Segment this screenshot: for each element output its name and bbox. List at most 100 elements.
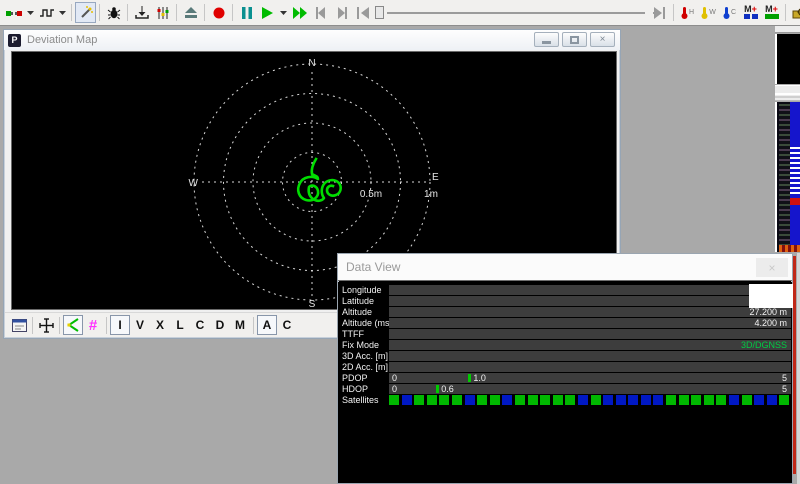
- separator: [673, 4, 674, 21]
- row-label: Altitude: [342, 307, 372, 317]
- dop-min-label: 0: [392, 373, 397, 383]
- row-value-bar: [389, 329, 791, 339]
- dop-min-label: 0: [392, 384, 397, 394]
- satellite-square: [653, 395, 663, 405]
- row-value-bar: [389, 362, 791, 372]
- satellite-square: [754, 395, 764, 405]
- satellite-square: [704, 395, 714, 405]
- play-icon[interactable]: [257, 2, 278, 23]
- magic-wand-icon[interactable]: [75, 2, 96, 23]
- record-icon[interactable]: [208, 2, 229, 23]
- mode-button-c[interactable]: C: [190, 315, 210, 335]
- mode-button-v[interactable]: V: [130, 315, 150, 335]
- minimize-icon: [542, 41, 551, 44]
- minimize-button[interactable]: [534, 32, 559, 47]
- polling-dropdown-icon[interactable]: [57, 2, 68, 23]
- maximize-button[interactable]: [562, 32, 587, 47]
- separator: [232, 4, 233, 21]
- row-value-bar: 56.: [389, 296, 791, 306]
- thermometer-cold-label: C: [731, 9, 736, 16]
- mode-button-m[interactable]: M: [230, 315, 250, 335]
- data-view-close-button[interactable]: ×: [756, 258, 788, 277]
- mdi-workspace: P Deviation Map × N S W E 0.5m 1m: [0, 26, 800, 484]
- satellite-square: [616, 395, 626, 405]
- compass-east-label: E: [432, 172, 439, 183]
- eject-icon[interactable]: [180, 2, 201, 23]
- close-icon: ×: [768, 261, 775, 275]
- message-add-green-icon[interactable]: M+: [761, 2, 782, 23]
- separator: [785, 4, 786, 21]
- data-view-titlebar[interactable]: Data View ×: [338, 254, 792, 281]
- row-value-bar: 3D/DGNSS: [389, 340, 791, 350]
- row-label: PDOP: [342, 373, 368, 383]
- download-dock-icon[interactable]: [131, 2, 152, 23]
- dop-max-label: 5: [782, 373, 787, 383]
- properties-icon[interactable]: [9, 315, 29, 335]
- pdop-value-label: 1.0: [473, 373, 486, 383]
- step-back-icon[interactable]: [310, 2, 331, 23]
- thermometer-hot-icon[interactable]: H: [677, 2, 698, 23]
- row-value-bar: 27.200 m: [389, 307, 791, 317]
- step-forward-icon[interactable]: [331, 2, 352, 23]
- row-ttff: TTFF: [338, 329, 792, 339]
- connection-dropdown-icon[interactable]: [25, 2, 36, 23]
- grid-mode-icon[interactable]: #: [83, 315, 103, 335]
- slider-track[interactable]: [387, 12, 645, 14]
- mode-button-x[interactable]: X: [150, 315, 170, 335]
- pan-move-icon[interactable]: [36, 315, 56, 335]
- row-2d-acc: 2D Acc. [m]: [338, 362, 792, 372]
- satellite-square: [565, 395, 575, 405]
- thermometer-warm-icon[interactable]: W: [698, 2, 719, 23]
- row-label: Latitude: [342, 296, 374, 306]
- satellite-square: [591, 395, 601, 405]
- slider-handle[interactable]: [375, 6, 384, 19]
- tuning-sliders-icon[interactable]: [152, 2, 173, 23]
- playback-slider[interactable]: [375, 2, 647, 23]
- hdop-value-label: 0.6: [441, 384, 454, 394]
- row-value-bar: 23.: [389, 285, 791, 295]
- play-dropdown-icon[interactable]: [278, 2, 289, 23]
- maximize-icon: [570, 36, 579, 44]
- compass-north-label: N: [308, 58, 315, 69]
- polyline-mode-icon[interactable]: [63, 315, 83, 335]
- debug-bug-icon[interactable]: [103, 2, 124, 23]
- mode-button-i[interactable]: I: [110, 315, 130, 335]
- dop-max-label: 5: [782, 384, 787, 394]
- separator: [127, 4, 128, 21]
- dop-scale-bar: 0 5 1.0: [389, 373, 791, 383]
- skip-to-start-icon[interactable]: [352, 2, 373, 23]
- satellite-square: [502, 395, 512, 405]
- pause-icon[interactable]: [236, 2, 257, 23]
- compass-south-label: S: [309, 299, 316, 309]
- satellite-square: [490, 395, 500, 405]
- row-pdop: PDOP 0 5 1.0: [338, 373, 792, 383]
- message-add-blue-icon[interactable]: M+: [740, 2, 761, 23]
- satellite-square: [767, 395, 777, 405]
- separator: [59, 317, 60, 334]
- row-hdop: HDOP 0 5 0.6: [338, 384, 792, 394]
- mode-button-c2[interactable]: C: [277, 315, 297, 335]
- mode-button-d[interactable]: D: [210, 315, 230, 335]
- separator: [71, 4, 72, 21]
- fast-forward-icon[interactable]: [289, 2, 310, 23]
- thermometer-cold-icon[interactable]: C: [719, 2, 740, 23]
- partial-messages-window: [775, 102, 800, 252]
- scale-label-1m: 1m: [424, 189, 438, 200]
- row-value-bar: [389, 351, 791, 361]
- polling-wave-icon[interactable]: [36, 2, 57, 23]
- connection-icon[interactable]: [4, 2, 25, 23]
- mode-button-l[interactable]: L: [170, 315, 190, 335]
- satellite-square: [779, 395, 789, 405]
- deviation-map-titlebar[interactable]: P Deviation Map ×: [4, 30, 620, 50]
- satellite-square: [439, 395, 449, 405]
- hdop-marker: [436, 385, 439, 393]
- satellite-square: [465, 395, 475, 405]
- row-label: 3D Acc. [m]: [342, 351, 388, 361]
- skip-to-end-icon[interactable]: [649, 2, 670, 23]
- gear-package-icon[interactable]: [789, 2, 800, 23]
- satellite-square: [628, 395, 638, 405]
- row-value: 27.200 m: [749, 307, 787, 317]
- mode-button-a[interactable]: A: [257, 315, 277, 335]
- dop-scale-bar: 0 5 0.6: [389, 384, 791, 394]
- close-button[interactable]: ×: [590, 32, 615, 47]
